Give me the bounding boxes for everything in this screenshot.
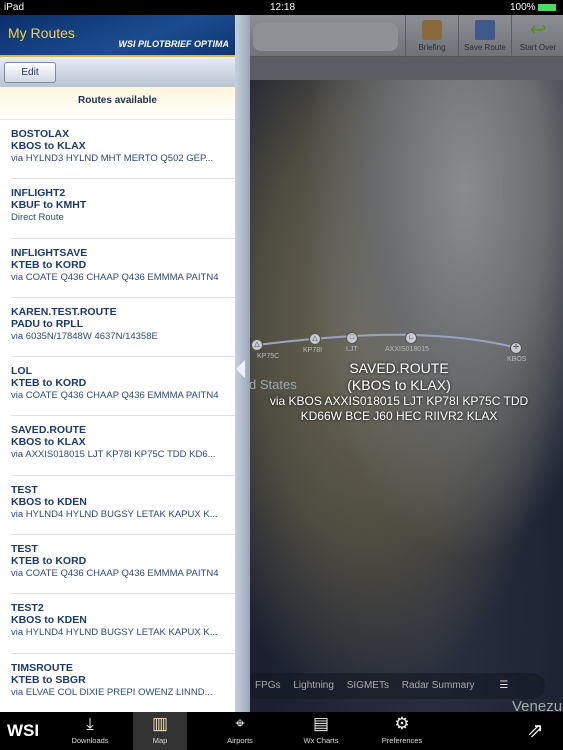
tab-airports[interactable]: ⌖ Airports xyxy=(213,712,267,750)
weather-map[interactable]: Briefing Save Route ↩ Start Over △ KP75C △… xyxy=(235,15,563,712)
route-pair: KTEB to KORD xyxy=(11,258,87,271)
route-pair: KBOS to KLAX xyxy=(11,140,86,152)
tab-preferences[interactable]: ⚙ Preferences xyxy=(375,712,429,750)
battery-level: 100% xyxy=(510,2,536,13)
route-name: TEST xyxy=(11,543,38,556)
tab-downloads[interactable]: ⤓ Downloads xyxy=(63,712,117,750)
route-list-item[interactable]: LOL KTEB to KORD via COATE Q436 CHAAP Q436… xyxy=(11,357,235,417)
route-via: via AXXIS018015 LJT KP78I KP75C TDD KD6.… xyxy=(11,449,216,461)
collapse-panel-handle-icon[interactable] xyxy=(236,360,245,378)
airport-target-icon: ⌖ xyxy=(235,714,245,733)
route-via: via ELVAE COL DIXIE PREPI OWENZ LINND... xyxy=(11,686,213,698)
route-name: TIMSROUTE xyxy=(11,661,73,674)
route-name: LOL xyxy=(11,365,32,378)
download-icon: ⤓ xyxy=(86,714,94,733)
tab-map[interactable]: ▥ Map xyxy=(133,712,187,750)
tab-bar: WSI ⤓ Downloads ▥ Map ⌖ Airports ▤ Wx Charts… xyxy=(0,712,563,750)
layer-selector: FPGs Lightning SIGMETs Radar Summary ☰ xyxy=(245,673,545,699)
airport-marker[interactable]: ✛ xyxy=(510,342,522,354)
route-pair: PADU to RPLL xyxy=(11,317,84,330)
place-label: Venezu xyxy=(512,698,563,712)
route-list-item[interactable]: TEST2 KBOS to KDEN via HYLND4 HYLND BUGSY … xyxy=(11,594,235,654)
route-list-item[interactable]: INFLIGHTSAVE KTEB to KORD via COATE Q436 C… xyxy=(11,239,235,298)
route-pair: KTEB to KORD xyxy=(11,555,87,568)
waypoint-marker[interactable]: △ xyxy=(251,339,263,351)
list-header: Routes available xyxy=(0,87,235,120)
route-name: TEST xyxy=(11,483,38,496)
layers-icon[interactable]: ☰ xyxy=(499,680,508,691)
route-list-item[interactable]: INFLIGHT2 KBUF to KMHT Direct Route xyxy=(11,179,235,239)
route-via: via COATE Q436 CHAAP Q436 EMMMA PAITN4 xyxy=(11,568,219,580)
route-pair: KTEB to SBGR xyxy=(11,673,86,686)
layer-fpgs[interactable]: FPGs xyxy=(255,680,281,691)
route-list-item[interactable]: BOSTOLAX KBOS to KLAX via HYLND3 HYLND MHT… xyxy=(11,120,235,180)
waypoint-marker[interactable]: □ xyxy=(346,332,358,344)
share-icon[interactable]: ⇗ xyxy=(527,718,544,743)
route-pair: KBOS to KLAX xyxy=(11,436,86,449)
route-via: via HYLND3 HYLND MHT MERTO Q502 GEP... xyxy=(11,153,214,164)
route-via: via COATE Q436 CHAAP Q436 EMMMA PAITN4 xyxy=(11,390,219,402)
route-pair: KBOS to KDEN xyxy=(11,495,87,508)
layer-lightning[interactable]: Lightning xyxy=(293,680,334,691)
layer-radar-summary[interactable]: Radar Summary xyxy=(402,680,475,691)
layer-sigmets[interactable]: SIGMETs xyxy=(347,680,389,691)
route-name: BOSTOLAX xyxy=(11,128,70,140)
waypoint-marker[interactable]: △ xyxy=(309,333,321,345)
panel-header: My Routes WSI PILOTBRIEF OPTIMA xyxy=(0,15,235,57)
route-info-overlay: SAVED.ROUTE (KBOS to KLAX) via KBOS AXXI… xyxy=(269,360,529,423)
waypoint-marker[interactable]: ∟ xyxy=(405,332,417,344)
edit-button[interactable]: Edit xyxy=(4,62,56,83)
wsi-logo: WSI xyxy=(7,721,40,740)
route-name: KAREN.TEST.ROUTE xyxy=(11,305,117,318)
route-name: SAVED.ROUTE xyxy=(11,424,87,437)
route-name: INFLIGHT2 xyxy=(11,187,66,200)
route-via: via HYLND4 HYLND BUGSY LETAK KAPUX K... xyxy=(11,508,218,520)
route-via: via HYLND4 HYLND BUGSY LETAK KAPUX K... xyxy=(11,627,218,639)
route-via: via 6035N/17848W 4637N/14358E xyxy=(11,330,158,342)
route-list-item[interactable]: TEST KTEB to KORD via COATE Q436 CHAAP Q43… xyxy=(11,535,235,595)
battery-icon xyxy=(538,4,556,11)
charts-icon: ▤ xyxy=(312,714,330,733)
brand-logo: WSI PILOTBRIEF OPTIMA xyxy=(118,39,230,49)
route-pair: KBOS to KDEN xyxy=(11,614,87,627)
route-pair: KTEB to KORD xyxy=(11,377,87,390)
device-name: iPad xyxy=(4,2,25,13)
route-name: INFLIGHTSAVE xyxy=(11,246,88,259)
route-list-item[interactable]: TIMSROUTE KTEB to SBGR via ELVAE COL DIXIE… xyxy=(11,654,235,712)
gear-icon: ⚙ xyxy=(394,714,410,733)
route-via: Direct Route xyxy=(11,212,64,224)
my-routes-panel: My Routes WSI PILOTBRIEF OPTIMA Edit Rou… xyxy=(0,15,235,712)
route-list-item[interactable]: TEST KBOS to KDEN via HYLND4 HYLND BUGSY L… xyxy=(11,476,235,536)
route-pair: KBUF to KMHT xyxy=(11,199,87,212)
clock: 12:18 xyxy=(270,2,296,13)
status-bar: iPad 12:18 100% xyxy=(0,0,563,15)
route-name: TEST2 xyxy=(11,602,44,615)
tab-wx-charts[interactable]: ▤ Wx Charts xyxy=(294,712,348,750)
route-via: via COATE Q436 CHAAP Q436 EMMMA PAITN4 xyxy=(11,271,219,283)
route-list-item[interactable]: KAREN.TEST.ROUTE PADU to RPLL via 6035N/17… xyxy=(11,298,235,358)
panel-title: My Routes xyxy=(8,25,75,41)
map-icon: ▥ xyxy=(151,714,169,733)
route-list-item[interactable]: SAVED.ROUTE KBOS to KLAX via AXXIS018015 L… xyxy=(11,416,235,476)
